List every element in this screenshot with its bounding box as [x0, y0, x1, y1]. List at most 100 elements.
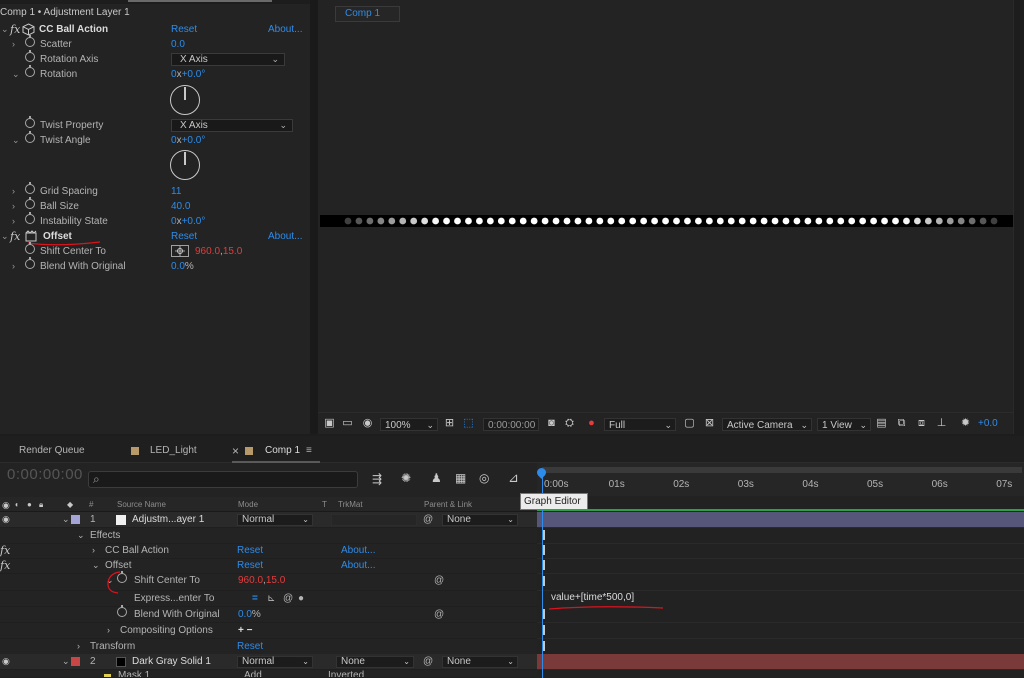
chevron-down-icon[interactable]: ⌄ — [1, 22, 9, 37]
shift-center-value[interactable]: 960.0,15.0 — [195, 244, 242, 259]
stopwatch-icon[interactable] — [25, 257, 35, 269]
layer-compositing-options[interactable]: › Compositing Options + − — [0, 623, 537, 639]
fx-icon[interactable]: fx — [10, 229, 20, 244]
effect-cc-ball-action[interactable]: ⌄ fx CC Ball Action Reset About... — [0, 22, 302, 37]
color-channels-icon[interactable]: ● — [586, 418, 597, 429]
blend-value[interactable]: 0.0% — [238, 607, 261, 622]
layer-1-duration-bar[interactable] — [537, 509, 1024, 528]
fx-icon[interactable]: fx — [0, 558, 10, 573]
close-icon[interactable]: × — [232, 436, 239, 463]
current-timecode[interactable]: 0:00:00:00 — [7, 466, 83, 483]
toggle-pixel-aspect-icon[interactable]: ▤ — [876, 418, 887, 429]
grid-spacing-value[interactable]: 11 — [171, 184, 181, 199]
reset-link[interactable]: Reset — [171, 22, 197, 37]
always-preview-icon[interactable]: ▣ — [324, 418, 335, 429]
twist-angle-value[interactable]: 0x+0.0° — [171, 133, 205, 148]
layer-mask-row[interactable]: Mask 1 Add Inverted — [0, 670, 537, 678]
about-link[interactable]: About... — [341, 543, 375, 558]
pickwhip-icon[interactable]: @ — [423, 512, 433, 527]
shift-center-value[interactable]: 960.0,15.0 — [238, 573, 285, 588]
parent-dropdown[interactable]: None ⌄ — [442, 514, 518, 526]
parent-dropdown[interactable]: None ⌄ — [442, 656, 518, 668]
expression-graph-icon[interactable]: ⊾ — [267, 591, 275, 606]
about-link[interactable]: About... — [268, 22, 302, 37]
chevron-down-icon[interactable]: ⌄ — [1, 229, 9, 244]
show-snapshot-icon[interactable]: ⛭ — [564, 418, 575, 429]
keyframe-marker[interactable] — [543, 545, 545, 555]
stopwatch-icon[interactable] — [25, 116, 35, 128]
rotation-value[interactable]: 0x+0.0° — [171, 67, 205, 82]
eye-icon[interactable]: ◉ — [2, 498, 10, 512]
twist-angle-dial[interactable] — [170, 150, 200, 180]
blend-mode-dropdown[interactable]: Normal ⌄ — [237, 514, 313, 526]
eye-icon[interactable]: ◉ — [2, 512, 10, 527]
lock-icon[interactable]: 🔒︎ — [39, 498, 43, 512]
monitor-icon[interactable]: ▭ — [342, 418, 353, 429]
shy-icon[interactable]: ♟ — [431, 471, 442, 485]
zoom-dropdown[interactable]: 100% ⌄ — [380, 418, 438, 431]
rotation-dial[interactable] — [170, 85, 200, 115]
label-tag-icon[interactable]: ◆ — [67, 498, 73, 512]
chevron-down-icon[interactable]: ⌄ — [62, 512, 70, 527]
keyframe-marker[interactable] — [543, 576, 545, 586]
expression-pickwhip-icon[interactable]: @ — [283, 591, 293, 606]
timeline-icon[interactable]: ⧈ — [916, 418, 927, 429]
keyframe-marker[interactable] — [543, 530, 545, 540]
layer-property-expression[interactable]: Express...enter To = ⊾ @ ● — [0, 591, 537, 607]
fx-icon[interactable]: fx — [10, 22, 20, 37]
layer-2-duration-bar[interactable] — [537, 654, 1024, 670]
camera-icon[interactable]: ◙ — [546, 418, 557, 429]
chevron-right-icon[interactable]: › — [77, 639, 80, 654]
stopwatch-icon[interactable] — [25, 65, 35, 77]
region-of-interest-icon[interactable]: ⬚ — [463, 418, 474, 429]
work-area-bar[interactable] — [542, 467, 1022, 473]
chevron-right-icon[interactable]: › — [92, 543, 95, 558]
pickwhip-icon[interactable]: @ — [423, 654, 433, 669]
pickwhip-icon[interactable]: @ — [434, 573, 444, 588]
trkmat-dropdown[interactable] — [331, 514, 417, 526]
reset-link[interactable]: Reset — [237, 639, 263, 654]
stopwatch-icon[interactable] — [25, 182, 35, 194]
chevron-right-icon[interactable]: › — [107, 623, 110, 638]
reset-link[interactable]: Reset — [237, 543, 263, 558]
panel-menu-icon[interactable]: ≡ — [306, 436, 312, 463]
stopwatch-icon[interactable] — [25, 242, 35, 254]
chevron-right-icon[interactable]: › — [12, 37, 15, 52]
layer-effect-offset[interactable]: fx ⌄ Offset Reset About... — [0, 558, 537, 574]
stopwatch-icon[interactable] — [117, 605, 127, 617]
layer-row-2[interactable]: ◉ ⌄ 2 Dark Gray Solid 1 Normal ⌄ None ⌄ @ … — [0, 654, 537, 670]
exposure-icon[interactable]: ✹ — [960, 418, 971, 429]
audio-icon[interactable]: ◖ — [14, 498, 19, 512]
layer-transform-group[interactable]: › Transform Reset — [0, 639, 537, 655]
chevron-right-icon[interactable]: › — [12, 214, 15, 229]
tab-render-queue[interactable]: Render Queue — [19, 436, 85, 463]
vr-goggles-icon[interactable]: ◉ — [362, 418, 373, 429]
keyframe-marker[interactable] — [543, 641, 545, 651]
instability-value[interactable]: 0x+0.0° — [171, 214, 205, 229]
column-source-name[interactable]: Source Name — [117, 498, 166, 512]
layer-label-swatch[interactable] — [71, 515, 80, 524]
comp-mini-flowchart-icon[interactable]: ⇶ — [372, 472, 382, 486]
chevron-down-icon[interactable]: ⌄ — [92, 558, 100, 573]
chevron-down-icon[interactable]: ⌄ — [12, 67, 20, 82]
blend-value[interactable]: 0.0% — [171, 259, 194, 274]
expression-text[interactable]: value+[time*500,0] — [551, 592, 634, 603]
composition-canvas[interactable] — [320, 28, 1022, 408]
solo-icon[interactable]: ● — [27, 498, 32, 512]
current-time-field[interactable]: 0:00:00:00 — [483, 418, 539, 431]
panel-scroll-indicator[interactable] — [128, 0, 272, 2]
layer-property-blend[interactable]: Blend With Original 0.0% @ — [0, 605, 537, 623]
blend-mode-dropdown[interactable]: Normal ⌄ — [237, 656, 313, 668]
layer-row-1[interactable]: ◉ ⌄ 1 Adjustm...ayer 1 Normal ⌄ @ None ⌄ — [0, 512, 537, 528]
layer-effect-cc-ball-action[interactable]: fx › CC Ball Action Reset About... — [0, 543, 537, 559]
eye-icon[interactable]: ◉ — [2, 654, 10, 669]
layer-property-shift-center[interactable]: ⌄ Shift Center To 960.0,15.0 @ — [0, 571, 537, 591]
comp-tab[interactable]: Comp 1 — [335, 6, 400, 22]
chevron-down-icon[interactable]: ⌄ — [62, 654, 70, 669]
rotation-axis-dropdown[interactable]: X Axis ⌄ — [171, 53, 285, 66]
crosshair-icon[interactable] — [171, 245, 189, 257]
keyframe-marker[interactable] — [543, 609, 545, 619]
keyframe-marker[interactable] — [543, 625, 545, 635]
stopwatch-icon[interactable] — [25, 35, 35, 47]
view-layout-dropdown[interactable]: 1 View ⌄ — [817, 418, 871, 431]
